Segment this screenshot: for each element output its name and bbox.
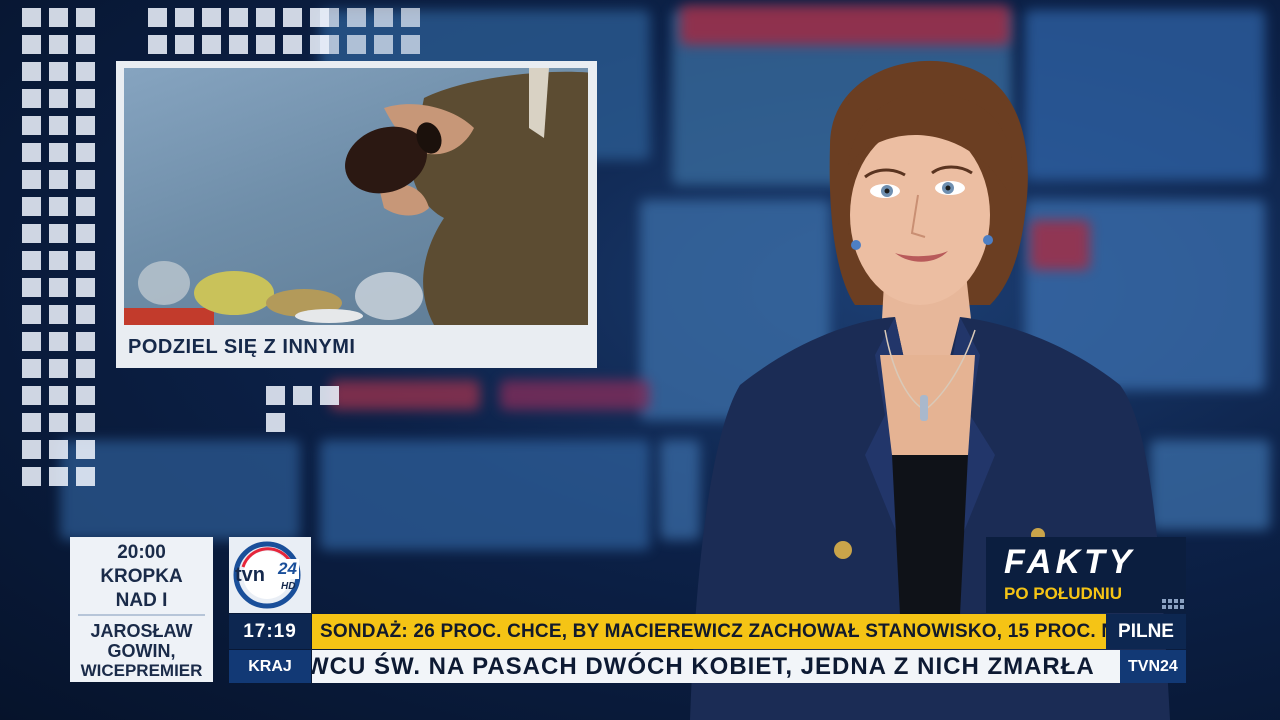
background-monitor bbox=[500, 380, 650, 410]
ticker-section-label: KRAJ bbox=[229, 650, 311, 683]
guest-name-line1: JAROSŁAW bbox=[90, 621, 193, 641]
program-title: FAKTY bbox=[1004, 543, 1136, 581]
program-name-line2: NAD I bbox=[115, 590, 168, 611]
program-time: 20:00 bbox=[117, 542, 166, 563]
tvn24-logo: tvn 24 HD bbox=[229, 537, 311, 613]
logo-hd: HD bbox=[281, 581, 296, 592]
decorative-dot-grid bbox=[22, 8, 95, 486]
background-monitor bbox=[330, 380, 480, 410]
news-ticker: WCU ŚW. NA PASACH DWÓCH KOBIET, JEDNA Z … bbox=[312, 650, 1120, 683]
logo-number: 24 bbox=[276, 559, 299, 579]
upcoming-program-box: 20:00 KROPKA NAD I JAROSŁAW GOWIN, WICEP… bbox=[70, 537, 213, 682]
pip-caption: PODZIEL SIĘ Z INNYMI bbox=[128, 336, 356, 358]
guest-role: WICEPREMIER bbox=[80, 661, 203, 680]
broadcast-frame: PODZIEL SIĘ Z INNYMI 20:00 KROPKA NAD I … bbox=[0, 0, 1280, 720]
decorative-dots-icon bbox=[1162, 599, 1184, 609]
broadcast-clock: 17:19 bbox=[229, 614, 311, 649]
logo-brand: tvn bbox=[235, 564, 265, 586]
decorative-dot-grid bbox=[148, 8, 329, 54]
program-name-line1: KROPKA bbox=[100, 566, 183, 587]
program-logo-box: FAKTY PO POŁUDNIU bbox=[986, 537, 1186, 613]
pip-video-frame bbox=[124, 68, 588, 325]
decorative-dot-grid bbox=[266, 386, 339, 432]
background-monitor bbox=[680, 5, 1010, 45]
ticker-text: WCU ŚW. NA PASACH DWÓCH KOBIET, JEDNA Z … bbox=[312, 652, 1095, 680]
breaking-headline-bar: SONDAŻ: 26 PROC. CHCE, BY MACIEREWICZ ZA… bbox=[312, 614, 1106, 649]
pip-video-image bbox=[124, 68, 588, 325]
info-divider bbox=[78, 614, 205, 616]
guest-name-line2: GOWIN, bbox=[107, 641, 176, 661]
decorative-dot-grid bbox=[320, 8, 420, 54]
background-monitor bbox=[60, 440, 300, 540]
background-monitor bbox=[320, 440, 650, 550]
urgent-badge: PILNE bbox=[1106, 614, 1186, 649]
picture-in-picture-panel: PODZIEL SIĘ Z INNYMI bbox=[116, 61, 597, 368]
channel-tag: TVN24 bbox=[1120, 650, 1186, 683]
program-subtitle: PO POŁUDNIU bbox=[1004, 584, 1123, 603]
headline-text: SONDAŻ: 26 PROC. CHCE, BY MACIEREWICZ ZA… bbox=[320, 620, 1106, 642]
